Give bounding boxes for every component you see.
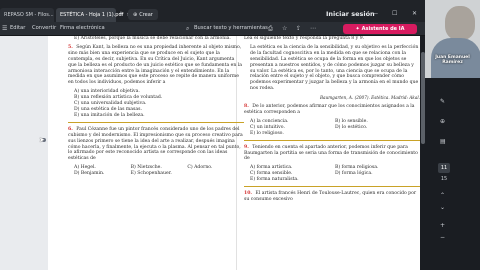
sparkle-icon: ✦ xyxy=(355,26,360,32)
search-icon: ⌕ xyxy=(186,25,190,32)
left-rail xyxy=(0,36,48,270)
question-text: Teniendo en cuenta el apartado anterior,… xyxy=(244,144,418,162)
page-up-icon[interactable]: ⌃ xyxy=(440,192,445,199)
zoom-in-icon[interactable]: + xyxy=(440,222,445,229)
sign-in-button[interactable]: Iniciar sesión xyxy=(326,10,375,18)
question-6-options: A) Hegel. B) Nietzsche. C) Adorno. D) Be… xyxy=(68,165,244,177)
create-button[interactable]: ⊕ Crear xyxy=(128,9,158,20)
quote-source: Baumgarten, A. (2007). Estética. Madrid:… xyxy=(319,95,420,101)
edit-menu[interactable]: Editar xyxy=(10,25,25,31)
total-pages: 15 xyxy=(440,176,448,182)
reading-quote: La estética es la ciencia de la sensibil… xyxy=(250,44,419,92)
more-icon[interactable]: ⋯ xyxy=(310,25,316,32)
option-e-prev: E) Aristóteles, porque la música se debe… xyxy=(74,36,231,41)
question-8-options: A) la conciencia. B) lo sensible. C) un … xyxy=(244,119,420,137)
thumbnails-icon[interactable]: ▤ xyxy=(440,138,446,145)
right-column: Lea el siguiente texto y responda la pre… xyxy=(244,36,420,206)
option-d: D) forma lógica. xyxy=(335,171,373,177)
question-number: 6. xyxy=(68,126,73,132)
current-page-indicator[interactable]: 11 xyxy=(438,163,450,173)
convert-menu[interactable]: Convertir xyxy=(32,25,56,31)
question-number: 8. xyxy=(244,104,249,110)
tab-label: REPASO SM - Filos... xyxy=(4,12,54,18)
option-e: E) forma naturalista. xyxy=(250,177,299,183)
question-divider xyxy=(244,186,420,188)
question-5: 5. Según Kant, la belleza no es una prop… xyxy=(68,45,244,86)
option-d: D) Benjamin. xyxy=(74,171,105,177)
print-icon[interactable]: ⎙ xyxy=(268,25,273,33)
ai-assistant-button[interactable]: ✦ Asistente de IA xyxy=(343,24,417,34)
maximize-icon[interactable]: ☐ xyxy=(392,10,397,17)
zoom-out-icon[interactable]: − xyxy=(440,234,445,241)
reading-instruction: Lea el siguiente texto y responda la pre… xyxy=(244,36,365,41)
left-column: E) Aristóteles, porque la música se debe… xyxy=(68,36,244,177)
menu-icon[interactable]: ☰ xyxy=(2,25,7,32)
option-e: E) Schopenhauer. xyxy=(130,171,172,177)
question-6: 6. Paul Cézanne fue un pintor francés co… xyxy=(68,127,244,162)
plus-icon: ⊕ xyxy=(133,11,138,18)
webcam-overlay: Juan Emanuel Ramírez xyxy=(425,0,480,78)
question-divider xyxy=(68,121,244,123)
minimize-icon[interactable]: — xyxy=(372,10,378,17)
question-number: 9. xyxy=(244,144,249,150)
question-number: 10. xyxy=(244,191,252,197)
new-tab-icon[interactable]: + xyxy=(118,10,124,18)
zoom-icon[interactable]: ⊕ xyxy=(440,118,445,125)
question-text: Paul Cézanne fue un pintor francés consi… xyxy=(68,126,243,162)
presenter-head xyxy=(445,6,475,40)
question-text: El artista francés Henri de Toulouse-Lau… xyxy=(244,191,417,202)
tab-bar: REPASO SM - Filos... ✕ ESTÉTICA - Hoja 1… xyxy=(0,0,480,22)
option-d: D) lo estético. xyxy=(335,124,368,130)
close-window-icon[interactable]: ✕ xyxy=(412,10,417,17)
bookmark-icon[interactable]: ☆ xyxy=(282,25,287,32)
create-label: Crear xyxy=(139,11,153,18)
question-text: De lo anterior, podemos afirmar que los … xyxy=(244,104,415,115)
question-9-options: A) forma artística. B) forma religiosa. … xyxy=(244,165,420,183)
search-tools-input[interactable]: Buscar texto y herramientas xyxy=(194,25,268,31)
question-8: 8. De lo anterior, podemos afirmar que l… xyxy=(244,104,420,116)
sign-menu[interactable]: Firma electrónica xyxy=(60,25,105,31)
comment-icon[interactable]: ✎ xyxy=(440,98,445,105)
question-10: 10. El artista francés Henri de Toulouse… xyxy=(244,191,420,203)
ai-assistant-label: Asistente de IA xyxy=(361,26,405,32)
tab-estetica[interactable]: ESTÉTICA - Hoja 1 (1).pdf ✕ xyxy=(56,8,131,22)
tab-repaso[interactable]: REPASO SM - Filos... ✕ xyxy=(0,8,61,22)
pdf-page: E) Aristóteles, porque la música se debe… xyxy=(48,36,420,270)
option-c: C) Adorno. xyxy=(187,165,213,171)
tab-label: ESTÉTICA - Hoja 1 (1).pdf xyxy=(60,12,124,18)
question-text: Según Kant, la belleza no es una propied… xyxy=(68,44,243,86)
option-e: E) una imitación de la belleza. xyxy=(74,112,145,118)
option-e: E) lo religioso. xyxy=(250,130,284,136)
share-icon[interactable]: ⇪ xyxy=(296,25,301,32)
question-number: 5. xyxy=(68,44,73,50)
question-divider xyxy=(244,139,420,141)
question-9: 9. Teniendo en cuenta el apartado anteri… xyxy=(244,145,420,163)
mouse-cursor-icon: ➤ xyxy=(39,136,45,144)
presenter-name: Juan Emanuel Ramírez xyxy=(435,55,470,65)
question-5-options: A) una interioridad objetiva. B) una ref… xyxy=(68,89,244,119)
page-down-icon[interactable]: ⌄ xyxy=(440,204,445,211)
